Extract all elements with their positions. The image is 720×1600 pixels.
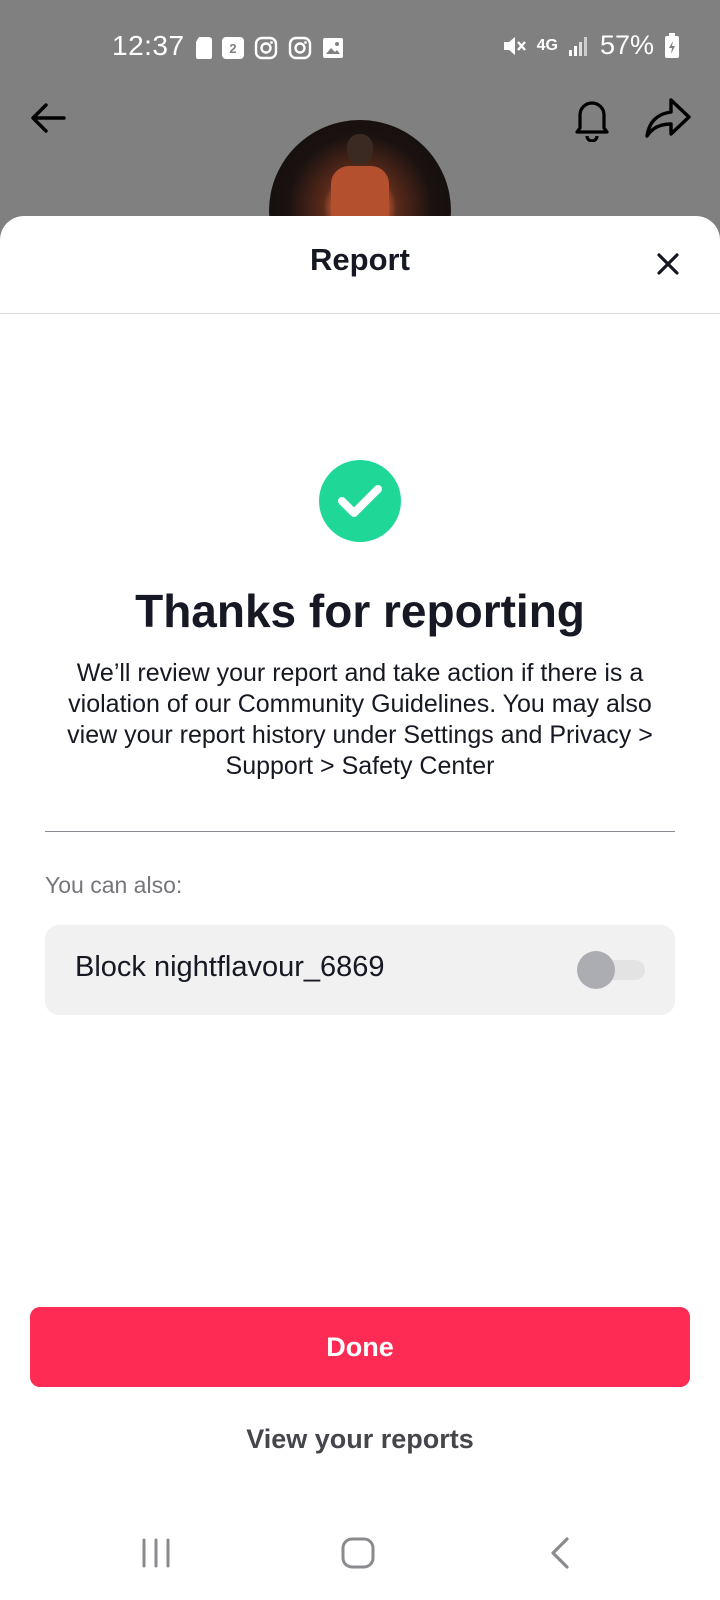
sd-card-icon xyxy=(196,37,212,59)
screen: 12:37 2 4G 57% Report Thanks for reporti… xyxy=(0,0,720,1600)
status-bar: 12:37 2 4G 57% xyxy=(0,26,720,66)
bell-icon[interactable] xyxy=(572,94,612,142)
nav-back-icon[interactable] xyxy=(548,1536,572,1570)
back-arrow-icon[interactable] xyxy=(26,96,70,140)
also-label: You can also: xyxy=(45,872,183,898)
view-reports-link[interactable]: View your reports xyxy=(0,1424,720,1455)
close-button[interactable] xyxy=(650,246,686,282)
thanks-heading: Thanks for reporting xyxy=(135,585,585,637)
battery-charging-icon xyxy=(665,32,679,58)
status-time: 12:37 xyxy=(112,30,185,61)
recent-apps-icon[interactable] xyxy=(140,1538,172,1568)
calendar-icon: 2 xyxy=(222,37,244,59)
battery-percent: 57% xyxy=(599,30,654,60)
mute-icon xyxy=(503,36,526,55)
calendar-badge: 2 xyxy=(229,41,237,56)
sheet-header: Report xyxy=(0,216,720,314)
background-profile-page: 12:37 2 4G 57% xyxy=(0,0,720,302)
signal-icon xyxy=(568,36,587,56)
block-user-row[interactable]: Block nightflavour_6869 xyxy=(45,925,675,1015)
toggle-knob xyxy=(577,951,615,989)
report-sheet: Report Thanks for reporting We’ll review… xyxy=(0,216,720,1600)
done-button[interactable]: Done xyxy=(30,1307,690,1387)
divider xyxy=(45,831,675,832)
block-user-label: Block nightflavour_6869 xyxy=(75,951,385,983)
checkmark-icon xyxy=(338,485,382,517)
close-icon xyxy=(657,253,679,275)
notification-icons: 2 xyxy=(196,36,344,60)
system-nav-bar xyxy=(0,1520,720,1600)
system-icons: 4G 57% xyxy=(501,30,680,61)
report-description: We’ll review your report and take action… xyxy=(67,659,653,780)
instagram-icon xyxy=(288,36,312,60)
instagram-icon xyxy=(254,36,278,60)
home-icon[interactable] xyxy=(340,1536,376,1570)
network-type: 4G xyxy=(536,36,558,54)
success-badge xyxy=(319,460,401,542)
sheet-title: Report xyxy=(310,242,410,277)
block-user-toggle[interactable] xyxy=(577,951,647,989)
share-icon[interactable] xyxy=(644,94,692,140)
avatar-figure-head xyxy=(347,134,373,164)
gallery-icon xyxy=(323,38,343,58)
